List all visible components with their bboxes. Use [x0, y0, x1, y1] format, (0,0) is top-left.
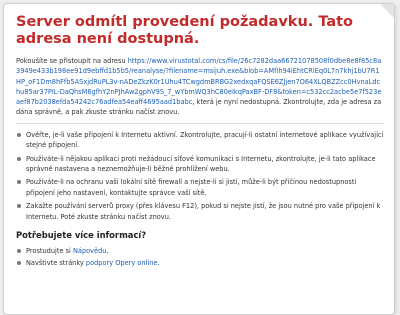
troubleshooting-list: Ověřte, je-li vaše připojení k Internetu…: [16, 130, 384, 222]
support-text-before: Navštivte stránky: [26, 259, 86, 268]
list-item: Prostudujte si Nápovědu.: [16, 246, 384, 256]
bullet-icon: [17, 180, 21, 185]
tip-text: Ověřte, je-li vaše připojení k Internetu…: [26, 130, 384, 150]
list-item: Navštivte stránky podpory Opery online.: [16, 258, 384, 268]
intro-paragraph: Pokoušíte se přistoupit na adresu https:…: [16, 56, 384, 118]
list-item: Zakažte používání serverů proxy (přes kl…: [16, 201, 384, 222]
page-title: Server odmítl provedení požadavku. Tato …: [16, 14, 354, 47]
divider: [16, 122, 384, 124]
help-link[interactable]: Nápovědu: [73, 247, 107, 255]
intro-text-before: Pokoušíte se přistoupit na adresu: [16, 57, 128, 65]
tip-text: Používáte-li na ochranu vaší lokální sít…: [26, 178, 357, 197]
error-page-panel: Server odmítl provedení požadavku. Tato …: [3, 3, 395, 315]
list-item: Používáte-li nějakou aplikaci proti nežá…: [16, 154, 384, 175]
bullet-icon: [17, 261, 21, 266]
support-text-after: .: [157, 259, 160, 268]
bullet-icon: [17, 204, 21, 209]
help-list: Prostudujte si Nápovědu. Navštivte strán…: [16, 246, 384, 269]
tip-text: Používáte-li nějakou aplikaci proti nežá…: [26, 154, 376, 173]
error-content: Server odmítl provedení požadavku. Tato …: [16, 14, 384, 271]
bullet-icon: [17, 156, 21, 161]
list-item: Ověřte, je-li vaše připojení k Internetu…: [16, 130, 384, 151]
help-text-before: Prostudujte si: [26, 247, 73, 256]
list-item: Používáte-li na ochranu vaší lokální sít…: [16, 177, 384, 198]
bullet-icon: [17, 249, 21, 254]
opera-support-link[interactable]: podpory Opery online: [86, 259, 158, 267]
help-text-after: .: [106, 247, 109, 256]
tip-text: Zakažte používání serverů proxy (přes kl…: [26, 202, 381, 221]
more-info-heading: Potřebujete více informací?: [16, 230, 147, 241]
bullet-icon: [17, 132, 21, 137]
